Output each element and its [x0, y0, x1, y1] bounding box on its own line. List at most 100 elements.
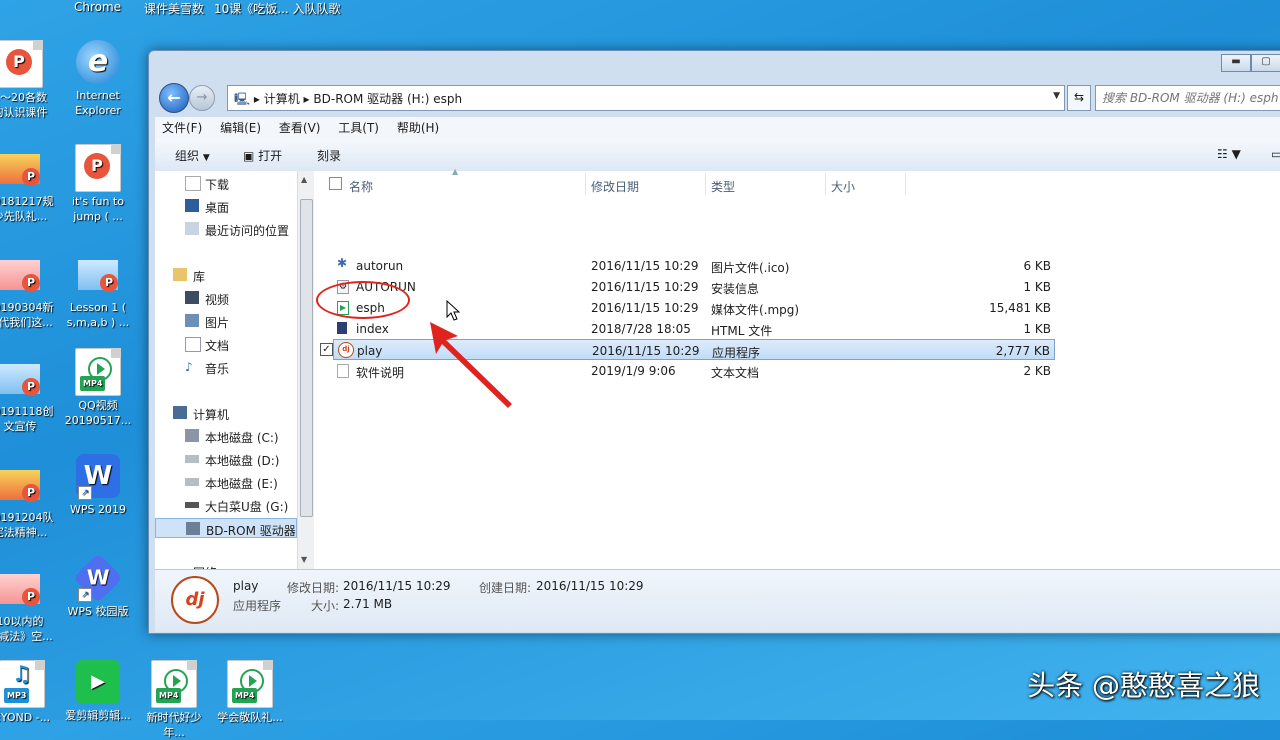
nav-item-desktop[interactable]: 桌面 [155, 196, 297, 216]
back-button[interactable]: ← [159, 83, 189, 113]
watermark: 头条 @憨憨喜之狼 [1027, 669, 1260, 702]
desktop-icon-wps-2019[interactable]: W ↗ WPS 2019 [62, 454, 134, 517]
file-row[interactable]: ▶ esph 2016/11/15 10:29 媒体文件(.mpg) 15,48… [333, 297, 1055, 318]
nav-item-drive-h[interactable]: BD-ROM 驱动器 [155, 518, 297, 538]
desktop-icon-label: 20191118创 文宣传 [0, 405, 54, 433]
hard-drive-icon [185, 478, 199, 486]
nav-item-network[interactable]: 网络 [155, 561, 297, 569]
forward-button[interactable]: → [189, 85, 215, 111]
nav-item-drive-g[interactable]: 大白菜U盘 (G:) [155, 495, 297, 515]
column-header-size[interactable]: 大小 [831, 178, 855, 198]
file-row[interactable]: ✱ autorun 2016/11/15 10:29 图片文件(.ico) 6 … [333, 255, 1055, 276]
column-header-type[interactable]: 类型 [711, 178, 735, 198]
menu-tools[interactable]: 工具(T) [331, 117, 386, 138]
search-input[interactable] [1100, 87, 1280, 109]
breadcrumb-drive[interactable]: BD-ROM 驱动器 (H:) esph [313, 92, 462, 106]
desktop-icon-mp4-b[interactable]: MP4 学会敬队礼... [214, 660, 286, 725]
desktop-icon-mp4-a[interactable]: MP4 新时代好少年... [138, 660, 210, 740]
nav-item-drive-e[interactable]: 本地磁盘 (E:) [155, 472, 297, 492]
address-dropdown-icon[interactable]: ▼ [1053, 91, 1060, 101]
ppt-thumb-icon: P [76, 252, 120, 298]
scrollbar-thumb[interactable] [300, 199, 313, 517]
nav-item-pictures[interactable]: 图片 [155, 311, 297, 331]
desktop-icon-ppt-1[interactable]: P 1～20各数 的认识课件 [0, 40, 56, 120]
scroll-down-icon[interactable]: ▼ [301, 555, 307, 564]
documents-icon [185, 337, 201, 352]
desktop-icon-ppt-5[interactable]: P 20191204队 宪法精神... [0, 462, 56, 540]
mp3-file-icon: ♫ MP3 [0, 660, 45, 708]
nav-item-drive-c[interactable]: 本地磁盘 (C:) [155, 426, 297, 446]
desktop-icon-ppt-6[interactable]: P 10以内的 加减法》空... [0, 566, 56, 644]
maximize-button[interactable]: ▢ [1251, 54, 1280, 72]
select-all-checkbox[interactable] [329, 177, 342, 197]
desktop-icon-wps-campus[interactable]: W ↗ WPS 校园版 [62, 553, 134, 619]
desktop-icon-label: WPS 校园版 [67, 605, 129, 618]
scroll-up-icon[interactable]: ▲ [301, 175, 307, 184]
desktop-icon-qq-video[interactable]: MP4 QQ视频 20190517... [62, 348, 134, 428]
desktop-icon-label: 20181217规 少先队礼... [0, 195, 54, 223]
file-size: 2,777 KB [995, 344, 1050, 358]
file-row[interactable]: index 2018/7/28 18:05 HTML 文件 1 KB [333, 318, 1055, 339]
computer-small-icon: 🖳 [234, 92, 251, 106]
file-name: autorun [356, 259, 404, 273]
desktop-icon-label: WPS 2019 [70, 503, 126, 516]
menu-view[interactable]: 查看(V) [272, 117, 328, 138]
menu-help[interactable]: 帮助(H) [390, 117, 446, 138]
nav-item-recent[interactable]: 最近访问的位置 [155, 219, 297, 239]
burn-button[interactable]: 刻录 [317, 147, 341, 164]
nav-label: 图片 [205, 316, 230, 330]
nav-item-libraries[interactable]: 库 [155, 265, 297, 285]
nav-item-music[interactable]: ♪ 音乐 [155, 357, 297, 377]
shortcut-arrow-icon: ↗ [78, 588, 92, 602]
nav-item-drive-d[interactable]: 本地磁盘 (D:) [155, 449, 297, 469]
file-size: 1 KB [1023, 322, 1051, 336]
file-type: 图片文件(.ico) [711, 261, 790, 275]
usb-drive-icon [185, 502, 199, 508]
desktop-icon-ppt-jump[interactable]: P it's fun to jump ( ... [62, 144, 134, 224]
desktop-icon-mp3[interactable]: ♫MP3 EYOND -... [0, 660, 58, 725]
row-checkbox[interactable]: ✓ [320, 343, 333, 356]
file-row-selected[interactable]: ✓ dj play 2016/11/15 10:29 应用程序 2,777 KB [320, 339, 1055, 360]
desktop-label-chrome[interactable]: Chrome [74, 0, 121, 14]
desktop-label-lesson[interactable]: 10课《吃饭... 入队队歌 [214, 0, 341, 17]
desktop-top-labels: Chrome 课件美雪数 10课《吃饭... 入队队歌 [0, 0, 1280, 18]
app-icon: dj [338, 342, 354, 358]
organize-button[interactable]: 组织 ▼ [175, 147, 210, 164]
nav-item-computer[interactable]: 计算机 [155, 403, 297, 423]
minimize-button[interactable]: ▬ [1221, 54, 1251, 72]
mp4-file-icon: MP4 [75, 348, 121, 396]
nav-label: 本地磁盘 (C:) [205, 431, 279, 445]
desktop-label-courseware[interactable]: 课件美雪数 [144, 0, 204, 17]
nav-item-videos[interactable]: 视频 [155, 288, 297, 308]
desktop-icon-ppt-4[interactable]: P 20191118创 文宣传 [0, 356, 56, 434]
details-filetype: 应用程序 [233, 599, 282, 613]
nav-item-documents[interactable]: 文档 [155, 334, 297, 354]
refresh-icon[interactable]: ⇆ [1067, 85, 1091, 111]
file-row[interactable]: ⚙ AUTORUN 2016/11/15 10:29 安装信息 1 KB [333, 276, 1055, 297]
nav-item-downloads[interactable]: 下载 [155, 173, 297, 193]
ppt-thumb-icon: P [0, 462, 42, 508]
desktop-icon-ppt-2[interactable]: P 20181217规 少先队礼... [0, 146, 56, 224]
nav-label: 视频 [205, 293, 230, 307]
menu-edit[interactable]: 编辑(E) [213, 117, 268, 138]
breadcrumb-computer[interactable]: 计算机 [264, 92, 300, 106]
desktop-icon-video-editor[interactable]: ▶ 爱剪辑剪辑... [62, 660, 134, 723]
desktop-icon-ppt-3[interactable]: P 20190304新 时代我们这... [0, 252, 56, 330]
desktop-icon-internet-explorer[interactable]: e Internet Explorer [62, 40, 134, 118]
view-options-icon[interactable]: ☷ ▼ [1217, 147, 1241, 161]
nav-scrollbar[interactable]: ▲ ▼ [297, 171, 314, 569]
sort-arrow-icon: ▲ [452, 167, 459, 176]
column-header-name[interactable]: 名称 [349, 178, 373, 198]
address-bar[interactable]: 🖳 ▸ 计算机 ▸ BD-ROM 驱动器 (H:) esph ▼ [227, 85, 1065, 111]
open-button[interactable]: ▣ 打开 [243, 147, 282, 164]
file-row[interactable]: 软件说明 2019/1/9 9:06 文本文档 2 KB [333, 360, 1055, 381]
details-modified-value: 2016/11/15 10:29 [343, 579, 451, 593]
nav-label: 本地磁盘 (D:) [205, 454, 280, 468]
open-label: 打开 [258, 149, 283, 163]
menu-file[interactable]: 文件(F) [155, 117, 209, 138]
column-header-modified[interactable]: 修改日期 [591, 178, 639, 198]
preview-pane-icon[interactable]: ▭ [1271, 147, 1280, 161]
desktop-icon-lesson1[interactable]: P Lesson 1 ( s,m,a,b ) ... [62, 252, 134, 330]
nav-label: 文档 [205, 339, 230, 353]
file-modified: 2018/7/28 18:05 [591, 322, 691, 336]
